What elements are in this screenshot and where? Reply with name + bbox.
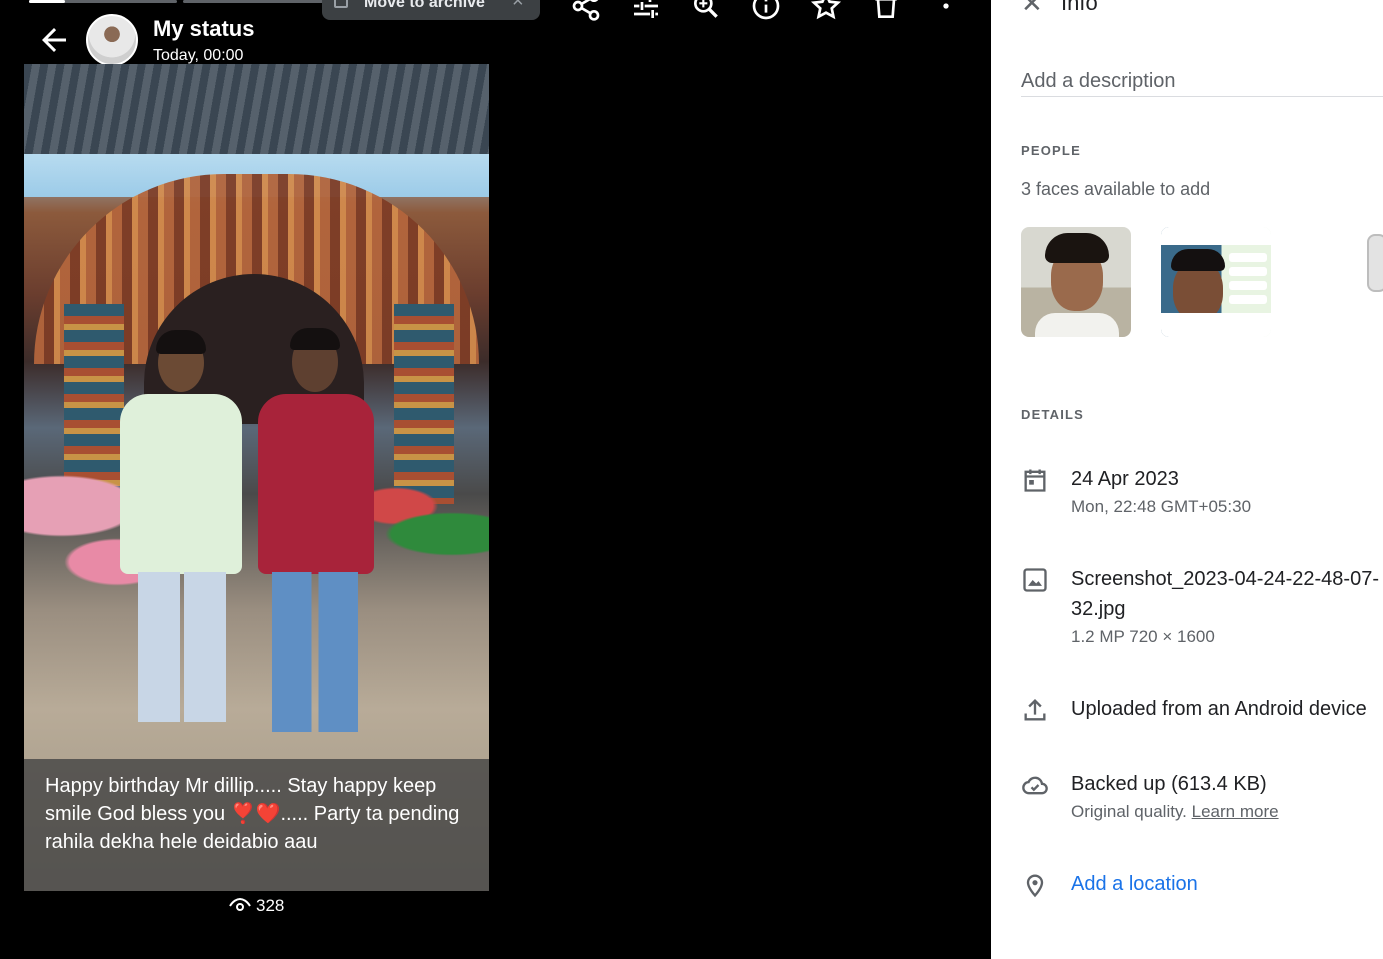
avatar[interactable] (86, 14, 138, 66)
upload-icon (1024, 699, 1046, 721)
status-caption: Happy birthday Mr dillip..... Stay happy… (24, 759, 489, 891)
share-icon[interactable] (570, 0, 602, 22)
face-thumbnail-2[interactable] (1161, 227, 1271, 337)
filename-line-2: 32.jpg (1071, 598, 1126, 620)
filename-line-1: Screenshot_2023-04-24-22-48-07- (1071, 568, 1379, 590)
learn-more-link[interactable]: Learn more (1192, 802, 1279, 821)
backup-row: Backed up (613.4 KB) Original quality. L… (1021, 769, 1383, 829)
location-row[interactable]: Add a location (1021, 869, 1383, 901)
location-pin-icon (1026, 874, 1044, 898)
backup-quality: Original quality. (1071, 802, 1187, 821)
view-count-value: 328 (256, 896, 285, 915)
image-icon (1023, 568, 1047, 592)
info-panel: ✕ Info PEOPLE 3 faces available to add D… (991, 0, 1383, 959)
people-heading: PEOPLE (1021, 143, 1081, 158)
calendar-icon (1024, 469, 1046, 492)
archive-icon (334, 0, 348, 8)
backup-status: Backed up (613.4 KB) (1071, 773, 1267, 795)
edit-adjust-icon[interactable] (630, 0, 662, 22)
progress-segment-1 (29, 0, 177, 3)
upload-row: Uploaded from an Android device (1021, 694, 1383, 726)
face-thumbnail-3-partial[interactable] (1367, 234, 1383, 292)
date-row[interactable]: 24 Apr 2023 Mon, 22:48 GMT+05:30 (1021, 464, 1383, 524)
delete-icon[interactable] (870, 0, 902, 22)
file-meta: 1.2 MP 720 × 1600 (1071, 627, 1215, 646)
date-value: 24 Apr 2023 (1071, 468, 1179, 490)
status-title: My status (153, 16, 255, 41)
add-location-link[interactable]: Add a location (1071, 869, 1198, 899)
cloud-done-icon (1022, 776, 1048, 795)
info-title: Info (1061, 0, 1098, 15)
back-arrow-icon[interactable] (36, 22, 72, 58)
view-count[interactable]: 328 (228, 896, 284, 916)
face-thumbnail-1[interactable] (1021, 227, 1131, 337)
status-time: Today, 00:00 (153, 47, 244, 64)
details-heading: DETAILS (1021, 407, 1085, 422)
status-viewer: My status Today, 00:00 Move to archive × (0, 0, 991, 959)
close-icon[interactable]: × (512, 0, 524, 13)
star-icon[interactable] (810, 0, 842, 22)
faces-available-text: 3 faces available to add (1021, 179, 1211, 199)
uploaded-from: Uploaded from an Android device (1071, 698, 1367, 720)
progress-segment-2 (183, 0, 323, 3)
close-info-icon[interactable]: ✕ (1021, 0, 1043, 19)
zoom-icon[interactable] (690, 0, 722, 22)
move-to-archive-toast[interactable]: Move to archive × (322, 0, 540, 20)
file-row: Screenshot_2023-04-24-22-48-07- 32.jpg 1… (1021, 564, 1383, 654)
more-icon[interactable] (930, 0, 962, 22)
date-time-value: Mon, 22:48 GMT+05:30 (1071, 497, 1252, 516)
eye-icon (229, 898, 251, 911)
description-input[interactable] (1021, 66, 1383, 97)
archive-label: Move to archive (364, 0, 485, 11)
info-icon[interactable] (750, 0, 782, 22)
